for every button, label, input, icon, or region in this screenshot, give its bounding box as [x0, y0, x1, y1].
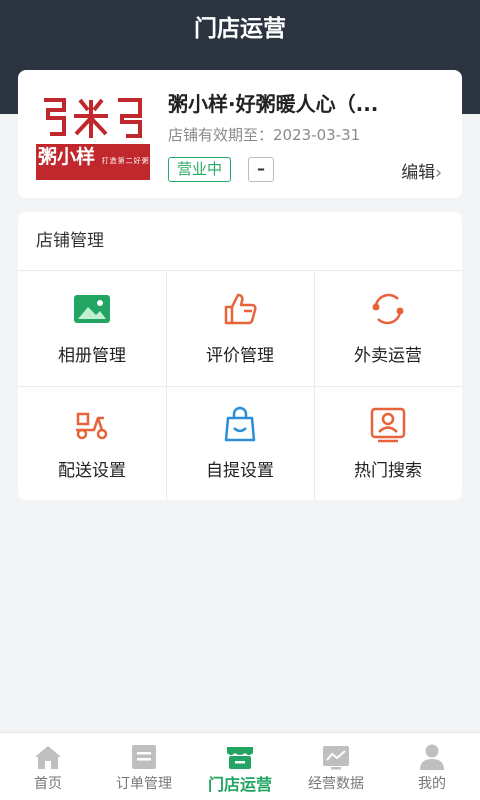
search-person-icon [370, 407, 406, 443]
grid-item-label: 自提设置 [206, 461, 274, 481]
grid-item-reviews[interactable]: 评价管理 [166, 271, 314, 386]
logo-banner: 粥小样 打造第二好粥 [36, 144, 150, 180]
page-title: 门店运营 [194, 16, 286, 42]
refresh-icon [372, 293, 404, 325]
shopping-bag-icon [224, 406, 256, 442]
tab-label: 门店运营 [207, 775, 272, 794]
chart-icon [323, 746, 349, 770]
management-grid: 相册管理 评价管理 外卖运营 配送设置 自提设置 热门搜索 [18, 270, 462, 500]
grid-item-hot-search[interactable]: 热门搜索 [314, 386, 462, 500]
logo-slogan: 打造第二好粥 [101, 157, 150, 165]
store-name: 粥小样·好粥暖人心（... [168, 92, 379, 116]
grid-item-label: 热门搜索 [354, 461, 422, 481]
thumbs-up-icon [224, 293, 257, 325]
store-management-card: 店铺管理 相册管理 评价管理 外卖运营 配送设置 自提设置 热门搜索 [18, 212, 462, 500]
tab-label: 经营数据 [308, 776, 364, 792]
grid-item-label: 配送设置 [58, 461, 126, 481]
store-icon [227, 747, 253, 769]
grid-item-album[interactable]: 相册管理 [18, 271, 166, 386]
tab-store-ops[interactable]: 门店运营 [192, 733, 288, 800]
grid-item-label: 评价管理 [206, 346, 274, 366]
tab-orders[interactable]: 订单管理 [96, 733, 192, 800]
home-icon [35, 746, 61, 769]
orders-icon [132, 745, 156, 769]
album-icon [74, 295, 110, 323]
grid-item-label: 相册管理 [58, 346, 126, 366]
tab-mine[interactable]: 我的 [384, 733, 480, 800]
status-badge[interactable]: 营业中 [168, 157, 232, 182]
status-toggle-button[interactable]: – [248, 157, 274, 182]
tab-label: 订单管理 [116, 776, 172, 792]
tab-business-data[interactable]: 经营数据 [288, 733, 384, 800]
store-logo: 粥小样 打造第二好粥 [36, 88, 150, 180]
chevron-right-icon: › [435, 163, 442, 183]
store-card: 粥小样 打造第二好粥 粥小样·好粥暖人心（... 店铺有效期至：2023-03-… [18, 70, 462, 198]
tab-label: 我的 [418, 776, 446, 792]
edit-label: 编辑 [401, 163, 436, 183]
section-title: 店铺管理 [36, 231, 104, 251]
grid-item-pickup-settings[interactable]: 自提设置 [166, 386, 314, 500]
grid-item-delivery-ops[interactable]: 外卖运营 [314, 271, 462, 386]
scooter-icon [76, 412, 108, 440]
edit-button[interactable]: 编辑› [401, 158, 442, 183]
grid-item-label: 外卖运营 [354, 346, 422, 366]
user-icon [420, 744, 444, 770]
tab-home[interactable]: 首页 [0, 733, 96, 800]
logo-mark [36, 88, 150, 144]
logo-banner-text: 粥小样 [38, 146, 96, 168]
tab-label: 首页 [34, 776, 62, 792]
bottom-tab-bar: 首页 订单管理 门店运营 经营数据 我的 [0, 732, 480, 800]
store-validity: 店铺有效期至：2023-03-31 [168, 126, 361, 144]
grid-item-delivery-settings[interactable]: 配送设置 [18, 386, 166, 500]
